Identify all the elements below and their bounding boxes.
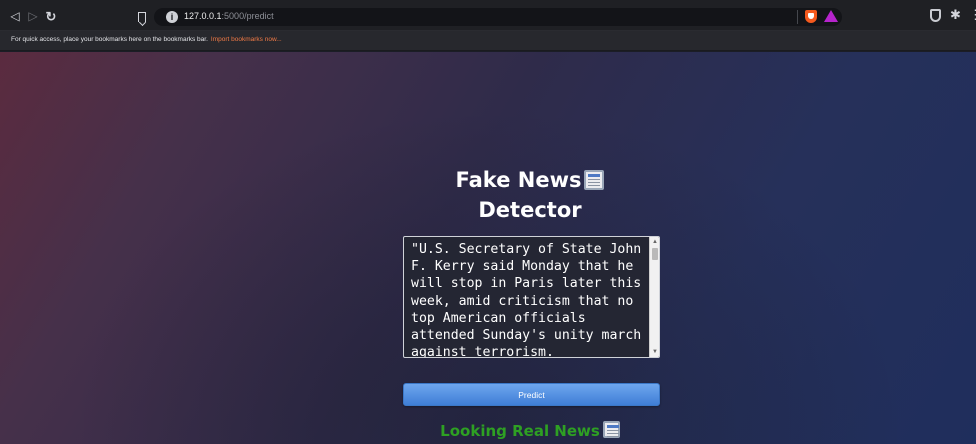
bookmarks-message-text: For quick access, place your bookmarks h… <box>11 36 208 43</box>
bookmarks-bar: For quick access, place your bookmarks h… <box>0 31 976 51</box>
brave-rewards-icon[interactable] <box>824 10 838 22</box>
toolbar-divider <box>797 10 798 24</box>
article-textarea-container: "U.S. Secretary of State John F. Kerry s… <box>403 236 660 358</box>
newspaper-icon <box>584 170 605 190</box>
scrollbar-thumb[interactable] <box>652 248 658 260</box>
page-title: Fake News Detector <box>380 165 680 225</box>
reload-icon[interactable]: ↻ <box>43 8 59 24</box>
url-path: :5000/predict <box>221 11 274 21</box>
menu-icon[interactable]: ⋮ <box>969 8 976 21</box>
title-line-1: Fake News <box>455 168 582 192</box>
predict-button[interactable]: Predict <box>403 383 660 406</box>
bookmark-icon[interactable] <box>138 12 146 22</box>
address-bar[interactable]: i 127.0.0.1:5000/predict <box>154 8 842 26</box>
brave-shields-icon[interactable] <box>805 10 817 23</box>
info-icon[interactable]: i <box>166 11 178 23</box>
prediction-result: Looking Real News <box>380 420 680 442</box>
page-content: Fake News Detector "U.S. Secretary of St… <box>0 52 976 444</box>
textarea-scrollbar[interactable]: ▲ ▼ <box>649 237 659 357</box>
puzzle-icon[interactable]: ✱ <box>950 8 961 21</box>
back-arrow-icon[interactable]: ◁ <box>7 8 23 24</box>
import-bookmarks-link[interactable]: Import bookmarks now... <box>211 36 282 43</box>
result-text: Looking Real News <box>440 422 600 440</box>
scroll-down-icon[interactable]: ▼ <box>650 347 659 357</box>
title-line-2: Detector <box>478 198 582 222</box>
vpn-shield-icon[interactable] <box>930 9 941 22</box>
browser-toolbar: ◁ ▷ ↻ i 127.0.0.1:5000/predict ✱ ⋮ <box>0 0 976 31</box>
url-host: 127.0.0.1 <box>184 11 222 21</box>
newspaper-icon <box>602 421 620 438</box>
url-text[interactable]: 127.0.0.1:5000/predict <box>184 11 274 21</box>
article-textarea[interactable]: "U.S. Secretary of State John F. Kerry s… <box>407 239 647 357</box>
bookmarks-message: For quick access, place your bookmarks h… <box>11 36 282 43</box>
scroll-up-icon[interactable]: ▲ <box>650 237 659 247</box>
forward-arrow-icon[interactable]: ▷ <box>25 8 41 24</box>
